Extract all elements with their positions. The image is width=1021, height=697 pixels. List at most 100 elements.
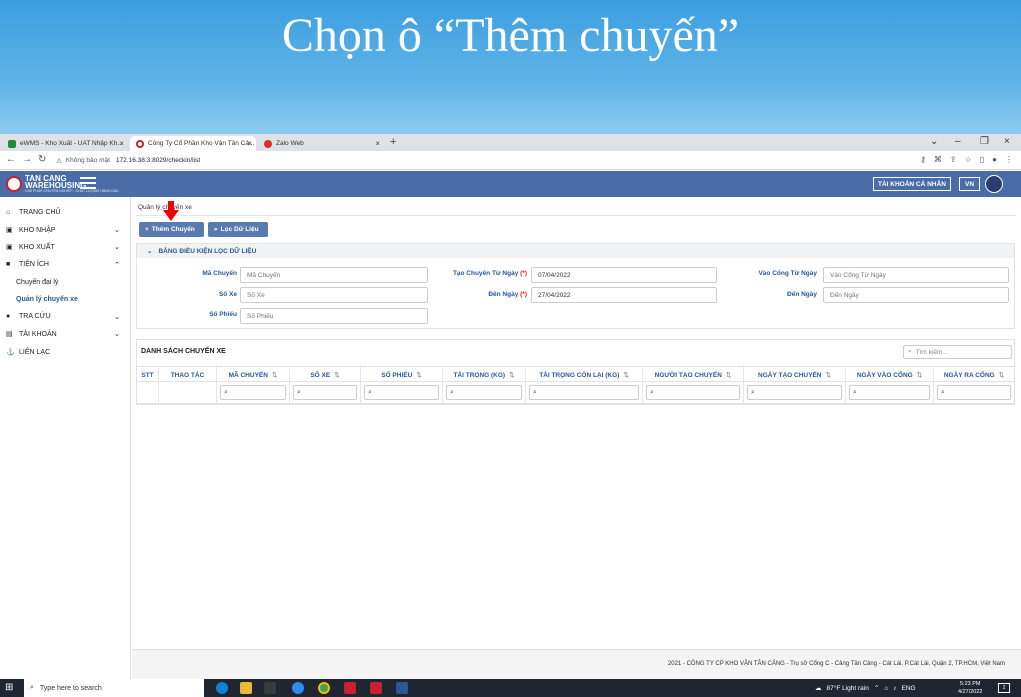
browser-tab-zalo[interactable]: Zalo Web × <box>258 136 384 151</box>
sidebar-item-kho-xuat[interactable]: ▣ KHO XUẤT ⌄ <box>6 243 124 252</box>
forward-icon[interactable]: → <box>22 154 32 165</box>
sidebar-item-kho-nhap[interactable]: ▣ KHO NHẬP ⌄ <box>6 226 124 235</box>
tu-ngay-label: Tạo Chuyến Từ Ngày (*) <box>427 270 527 277</box>
column-filter-input[interactable]: ⌕ <box>849 385 930 400</box>
sidebar-item-trang-chu[interactable]: ⌂ TRANG CHỦ <box>6 209 124 216</box>
vao-cong-den-ngay-label: Đến Ngày <box>787 291 817 298</box>
filter-cell: ⌕ <box>934 382 1014 404</box>
column-filter-input[interactable]: ⌕ <box>446 385 522 400</box>
restore-icon[interactable]: ❐ <box>980 136 989 147</box>
column-filter-input[interactable]: ⌕ <box>646 385 740 400</box>
column-header-ngay-ra-cong[interactable]: NGÀY RA CỔNG ⇅ <box>934 367 1014 383</box>
windows-start-icon[interactable]: ⊞ <box>5 682 17 694</box>
network-icon[interactable]: ⌂ <box>884 685 888 692</box>
close-icon[interactable]: × <box>247 139 252 148</box>
taskbar-clock[interactable]: 5:23 PM 4/27/2022 <box>958 680 982 696</box>
star-icon[interactable]: ☆ <box>965 155 972 164</box>
briefcase-icon: ■ <box>6 261 11 268</box>
column-filter-input[interactable]: ⌕ <box>293 385 357 400</box>
taskbar-search-placeholder: Type here to search <box>39 684 102 692</box>
volume-icon[interactable]: ♪ <box>893 685 896 692</box>
notification-icon[interactable]: 2 <box>998 683 1010 693</box>
profile-icon[interactable]: ● <box>992 155 997 164</box>
column-filter-input[interactable]: ⌕ <box>364 385 439 400</box>
back-icon[interactable]: ← <box>6 154 16 165</box>
menu-icon[interactable] <box>80 177 96 189</box>
sort-icon: ⇅ <box>825 372 831 379</box>
weather-text[interactable]: 87°F Light rain <box>827 685 869 692</box>
ma-chuyen-input[interactable]: Mã Chuyến <box>240 267 428 283</box>
minimize-icon[interactable]: – <box>955 136 961 147</box>
sidebar-item-lien-lac[interactable]: ⚓ LIÊN LẠC <box>6 348 124 357</box>
vao-cong-tu-ngay-input[interactable]: Vào Cổng Từ Ngày <box>823 267 1009 283</box>
column-header-ngay-tao[interactable]: NGÀY TẠO CHUYẾN ⇅ <box>744 367 846 383</box>
new-tab-icon[interactable]: + <box>390 136 396 148</box>
edge-icon[interactable] <box>216 682 228 694</box>
file-explorer-icon[interactable] <box>240 682 252 694</box>
taskbar-search-input[interactable]: ⌕ Type here to search <box>24 679 204 697</box>
clock-time: 5:23 PM <box>959 681 981 687</box>
column-header-so-phieu[interactable]: SỐ PHIẾU ⇅ <box>361 367 443 383</box>
close-icon[interactable]: × <box>119 139 124 148</box>
den-ngay-input[interactable]: 27/04/2022 <box>531 287 717 303</box>
column-header-ma-chuyen[interactable]: MÃ CHUYẾN ⇅ <box>217 367 290 383</box>
column-filter-input[interactable]: ⌕ <box>529 385 639 400</box>
app-icon[interactable] <box>344 682 356 694</box>
column-header-tai-trong[interactable]: TẢI TRỌNG (KG) ⇅ <box>443 367 526 383</box>
sidebar-item-tai-khoan[interactable]: ▤ TÀI KHOẢN ⌄ <box>6 330 124 339</box>
sidebar-item-tra-cuu[interactable]: ● TRA CỨU ⌄ <box>6 313 124 321</box>
sidepanel-icon[interactable]: ▯ <box>980 155 984 164</box>
tu-ngay-input[interactable]: 07/04/2022 <box>531 267 717 283</box>
column-header-nguoi-tao[interactable]: NGƯỜI TẠO CHUYẾN ⇅ <box>643 367 744 383</box>
column-header-stt: STT <box>137 367 159 383</box>
logo[interactable]: TAN CANG WAREHOUSING GIẢI PHÁP CHUYÊN NG… <box>6 175 119 193</box>
avatar[interactable] <box>985 175 1003 193</box>
url-field[interactable]: ⚠ Không bảo mật 172.16.38.3:8029/checkin… <box>56 154 890 167</box>
column-filter-input[interactable]: ⌕ <box>747 385 842 400</box>
chrome-icon[interactable] <box>318 682 330 694</box>
window-close-icon[interactable]: × <box>1004 136 1010 147</box>
tancang-favicon-icon <box>136 139 144 148</box>
sidebar-subitem-chuyen-dai-ly[interactable]: Chuyến đại lý <box>16 279 58 286</box>
sort-icon: ⇅ <box>916 372 923 379</box>
reload-icon[interactable]: ↻ <box>38 154 46 165</box>
browser-tab-tancang[interactable]: Công Ty Cổ Phần Kho Vận Tân Cả... × <box>130 136 256 151</box>
app-icon[interactable] <box>264 682 276 694</box>
column-header-ngay-vao-cong[interactable]: NGÀY VÀO CỔNG ⇅ <box>846 367 934 383</box>
more-icon[interactable]: ⋮ <box>1005 155 1013 164</box>
column-label: THAO TÁC <box>170 371 205 379</box>
language-button[interactable]: VN <box>959 177 980 191</box>
so-phieu-label: Số Phiếu <box>209 311 237 318</box>
vao-cong-den-ngay-input[interactable]: Đến Ngày <box>823 287 1009 303</box>
sidebar-subitem-quan-ly-chuyen-xe[interactable]: Quản lý chuyến xe <box>16 296 78 303</box>
column-filter-input[interactable]: ⌕ <box>937 385 1011 400</box>
tray-chevron-up-icon[interactable]: ⌃ <box>874 684 879 692</box>
search-icon: ⌕ <box>853 388 857 396</box>
key-icon[interactable]: ⚷ <box>920 155 926 164</box>
id-card-icon: ▤ <box>6 331 13 338</box>
so-xe-input[interactable]: Số Xe <box>240 287 428 303</box>
add-trip-button[interactable]: + Thêm Chuyến <box>139 222 204 237</box>
chevron-down-icon[interactable]: ⌄ <box>930 136 938 147</box>
search-icon: ⌕ <box>751 388 755 396</box>
translate-icon[interactable]: ⌘ <box>934 155 942 164</box>
sort-icon: ⇅ <box>509 372 515 379</box>
close-icon[interactable]: × <box>375 139 380 148</box>
account-button[interactable]: TÀI KHOẢN CÁ NHÂN <box>873 177 951 191</box>
filter-cell: ⌕ <box>361 382 443 404</box>
so-phieu-input[interactable]: Số Phiếu <box>240 308 428 324</box>
column-filter-input[interactable]: ⌕ <box>220 385 286 400</box>
input-language[interactable]: ENG <box>902 685 916 692</box>
browser-tab-ewms[interactable]: eWMS - Kho Xuất - UAT Nhập Kh... × <box>2 136 128 151</box>
app-icon[interactable] <box>370 682 382 694</box>
column-header-so-xe[interactable]: SỐ XE ⇅ <box>290 367 361 383</box>
share-icon[interactable]: ⇪ <box>950 155 957 164</box>
sidebar-item-tien-ich[interactable]: ■ TIỆN ÍCH ⌃ <box>6 261 124 269</box>
column-header-tai-trong-con-lai[interactable]: TẢI TRỌNG CÒN LẠI (KG) ⇅ <box>526 367 643 383</box>
page-footer: 2021 - CÔNG TY CP KHO VẬN TÂN CẢNG - Trụ… <box>132 649 1021 679</box>
filter-panel-header[interactable]: ⌄ BẢNG ĐIỀU KIỆN LỌC DỮ LIỆU <box>137 244 1014 258</box>
filter-data-button[interactable]: ⌕ Lọc Dữ Liệu <box>208 222 268 237</box>
word-icon[interactable] <box>396 682 408 694</box>
zalo-icon[interactable] <box>292 682 304 694</box>
search-input[interactable]: ⌕ Tìm kiếm... <box>903 345 1012 359</box>
